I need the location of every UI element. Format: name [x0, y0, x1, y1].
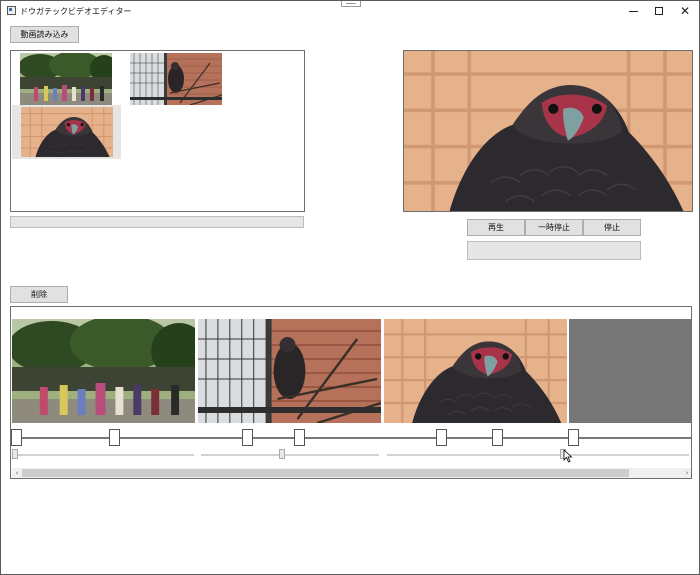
- load-progress-bar: [10, 216, 304, 228]
- maximize-icon: [655, 7, 663, 15]
- media-list[interactable]: [10, 50, 305, 212]
- bird-cage-frame-icon: [198, 319, 381, 423]
- timeline-horizontal-scrollbar[interactable]: ‹ ›: [12, 468, 691, 478]
- window-title: ドウガテックビデオエディター: [20, 7, 132, 16]
- timeline-clip-eagle[interactable]: [384, 319, 567, 423]
- eagle-closeup-frame-icon: [384, 319, 567, 423]
- app-window: ドウガテックビデオエディター ✕ 動画読み込み 再生 一時停止 停止 削除 ‹ …: [0, 0, 700, 575]
- eagle-preview-image-icon: [404, 51, 693, 212]
- title-bar: ドウガテックビデオエディター ✕: [1, 1, 699, 21]
- media-thumbnail-park[interactable]: [20, 53, 112, 105]
- mouse-pointer-icon: [563, 449, 573, 463]
- park-crowd-frame-icon: [12, 319, 195, 423]
- video-preview: [403, 50, 693, 212]
- minimize-icon: [628, 10, 638, 12]
- minimize-button[interactable]: [619, 3, 647, 19]
- media-thumbnail-cage[interactable]: [130, 53, 222, 105]
- load-video-button[interactable]: 動画読み込み: [10, 26, 79, 43]
- clip-slider-thumb[interactable]: [279, 449, 285, 459]
- clip-slider-park[interactable]: [16, 454, 194, 456]
- timeline-clip-park[interactable]: [12, 319, 195, 423]
- media-thumbnail-eagle[interactable]: [21, 107, 113, 157]
- trim-handle[interactable]: [492, 429, 503, 446]
- stop-button[interactable]: 停止: [583, 219, 641, 236]
- pause-button[interactable]: 一時停止: [525, 219, 583, 236]
- trim-handle[interactable]: [242, 429, 253, 446]
- play-button[interactable]: 再生: [467, 219, 525, 236]
- delete-button[interactable]: 削除: [10, 286, 68, 303]
- scroll-right-icon[interactable]: ›: [682, 468, 691, 478]
- trim-handle[interactable]: [294, 429, 305, 446]
- maximize-button[interactable]: [645, 3, 673, 19]
- trim-handle[interactable]: [11, 429, 22, 446]
- clip-slider-cage[interactable]: [201, 454, 379, 456]
- trim-handle[interactable]: [568, 429, 579, 446]
- timeline-clip-empty[interactable]: [569, 319, 691, 423]
- trim-handle[interactable]: [436, 429, 447, 446]
- trim-handle[interactable]: [109, 429, 120, 446]
- close-icon: ✕: [679, 4, 691, 18]
- app-icon: [7, 6, 16, 15]
- eagle-closeup-thumbnail-icon: [21, 107, 113, 157]
- park-crowd-thumbnail-icon: [20, 53, 112, 105]
- scrollbar-thumb[interactable]: [22, 469, 629, 477]
- playback-progress-bar: [467, 241, 641, 260]
- timeline-clip-cage[interactable]: [198, 319, 381, 423]
- timeline-panel[interactable]: ‹ ›: [10, 306, 692, 479]
- clip-slider-eagle[interactable]: [387, 454, 689, 456]
- clip-slider-thumb[interactable]: [12, 449, 18, 459]
- scroll-left-icon[interactable]: ‹: [12, 468, 22, 478]
- bird-cage-thumbnail-icon: [130, 53, 222, 105]
- close-button[interactable]: ✕: [671, 3, 699, 19]
